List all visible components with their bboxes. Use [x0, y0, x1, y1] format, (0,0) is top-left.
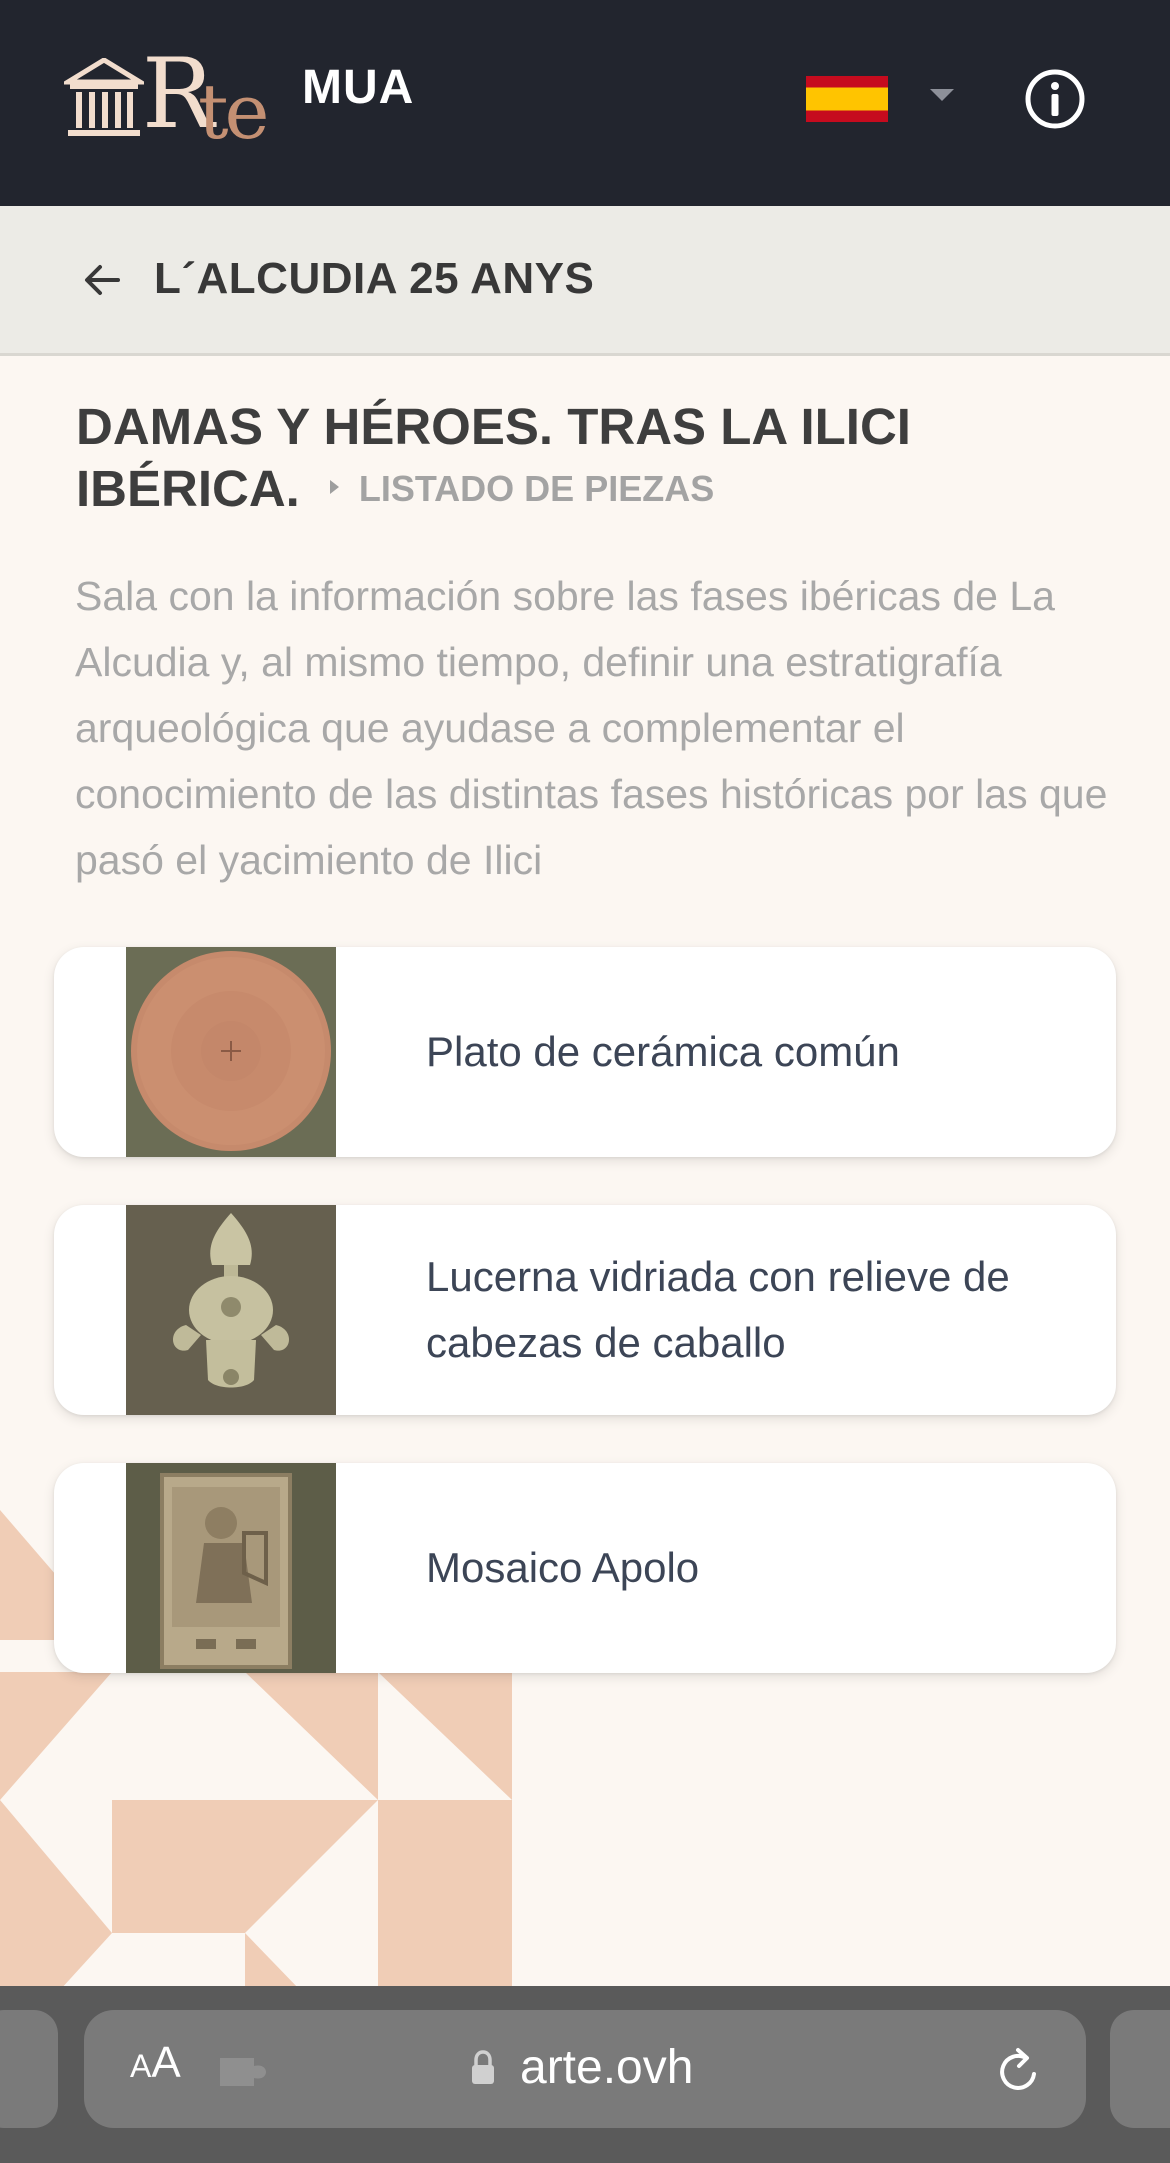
breadcrumb-pieces-list[interactable]: LISTADO DE PIEZAS: [359, 468, 714, 509]
address-bar[interactable]: AA arte.ovh: [84, 2010, 1086, 2128]
piece-name: Lucerna vidriada con relieve de cabezas …: [426, 1253, 1010, 1366]
spain-flag-icon[interactable]: [806, 76, 888, 122]
piece-card[interactable]: Lucerna vidriada con relieve de cabezas …: [54, 1205, 1116, 1415]
piece-name: Plato de cerámica común: [426, 1028, 900, 1075]
arrow-left-icon[interactable]: [82, 260, 122, 300]
url-text: arte.ovh: [520, 2041, 694, 2094]
piece-name: Mosaico Apolo: [426, 1544, 700, 1591]
brand-suffix: MUA: [302, 61, 415, 114]
room-title-block: DAMAS Y HÉROES. TRAS LA ILICI IBÉRICA. LI…: [76, 396, 1106, 524]
text-size-small-a: A: [130, 2048, 152, 2084]
lock-icon: [472, 2050, 494, 2084]
room-description: Sala con la información sobre las fases …: [75, 573, 1108, 883]
caret-down-icon[interactable]: [930, 89, 954, 101]
text-size-button[interactable]: AA: [130, 2038, 181, 2088]
mosaic-image: [126, 1463, 336, 1673]
browser-toolbar: AA arte.ovh: [0, 1986, 1170, 2163]
text-size-large-a: A: [151, 2038, 181, 2087]
reload-icon[interactable]: [994, 2046, 1044, 2096]
page-subheader: L´ALCUDIA 25 ANYS: [0, 206, 1170, 356]
museum-temple-icon: [64, 58, 144, 136]
exhibition-title: L´ALCUDIA 25 ANYS: [154, 254, 595, 303]
app-logo[interactable]: R te MUA: [64, 46, 424, 156]
app-header: R te MUA: [0, 0, 1170, 206]
piece-card[interactable]: Mosaico Apolo: [54, 1463, 1116, 1673]
ceramic-plate-image: [126, 947, 336, 1157]
previous-tab[interactable]: [0, 2010, 58, 2128]
puzzle-icon[interactable]: [216, 2052, 270, 2092]
oil-lamp-image: [126, 1205, 336, 1415]
caret-right-icon: [329, 479, 339, 494]
piece-card[interactable]: Plato de cerámica común: [54, 947, 1116, 1157]
info-icon[interactable]: [1024, 68, 1086, 130]
next-tab[interactable]: [1110, 2010, 1170, 2128]
logo-letters-te: te: [198, 67, 270, 156]
